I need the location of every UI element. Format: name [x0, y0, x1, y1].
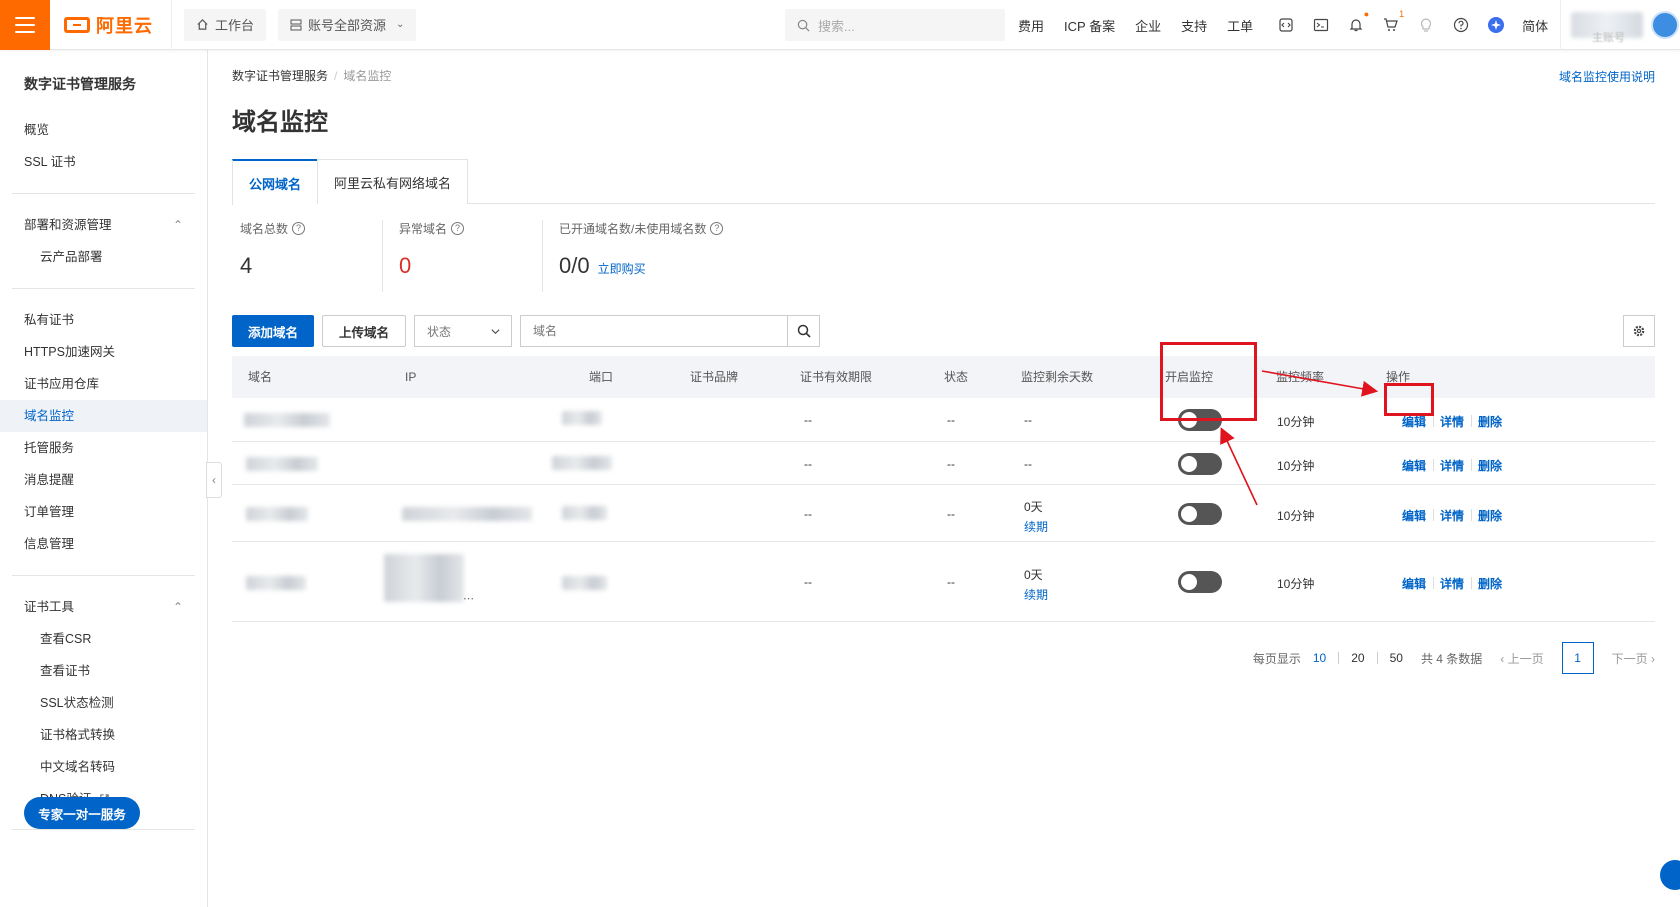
avatar[interactable] [1651, 11, 1679, 39]
brand-name: 阿里云 [96, 15, 153, 36]
language-switch[interactable]: 简体 [1522, 16, 1548, 35]
workbench-button[interactable]: 工作台 [184, 8, 267, 41]
resources-label: 账号全部资源 [308, 18, 387, 33]
brand-logo[interactable]: 阿里云 [50, 0, 172, 50]
top-link-support[interactable]: 支持 [1181, 16, 1207, 35]
terminal-icon[interactable] [1312, 16, 1330, 34]
top-link-billing[interactable]: 费用 [1018, 16, 1044, 35]
arrow-to-toggle [1220, 427, 1258, 506]
bulb-icon[interactable] [1417, 16, 1435, 34]
home-icon [197, 19, 208, 30]
code-icon[interactable] [1277, 16, 1295, 34]
cart-icon[interactable]: 1 [1382, 9, 1404, 34]
global-search-placeholder: 搜索... [818, 18, 855, 34]
assistant-icon[interactable] [1487, 16, 1505, 34]
top-link-icp[interactable]: ICP 备案 [1064, 16, 1115, 35]
server-icon [290, 19, 302, 30]
cart-badge: 1 [1399, 9, 1405, 19]
top-navbar: 阿里云 工作台 账号全部资源 ⌄ 搜索... 费用 ICP 备案 企业 支持 工… [0, 0, 1680, 50]
sub-account-label: 主账号 [1592, 32, 1625, 44]
top-links: 费用 ICP 备案 企业 支持 工单 ● 1 简体 [1018, 0, 1548, 50]
annotation-arrows [1220, 370, 1379, 506]
arrow-to-edit [1261, 370, 1379, 397]
search-icon [797, 19, 810, 31]
menu-icon[interactable] [0, 0, 50, 50]
workbench-label: 工作台 [215, 18, 255, 33]
top-link-enterprise[interactable]: 企业 [1135, 16, 1161, 35]
chevron-down-icon: ⌄ [396, 19, 405, 30]
top-link-ticket[interactable]: 工单 [1227, 16, 1253, 35]
resources-dropdown[interactable]: 账号全部资源 ⌄ [278, 8, 417, 41]
notification-dot: ● [1363, 9, 1370, 19]
help-icon[interactable] [1452, 16, 1470, 34]
global-search[interactable]: 搜索... [785, 9, 1005, 41]
aliyun-logo-icon [64, 16, 90, 33]
bell-icon[interactable]: ● [1347, 9, 1369, 34]
